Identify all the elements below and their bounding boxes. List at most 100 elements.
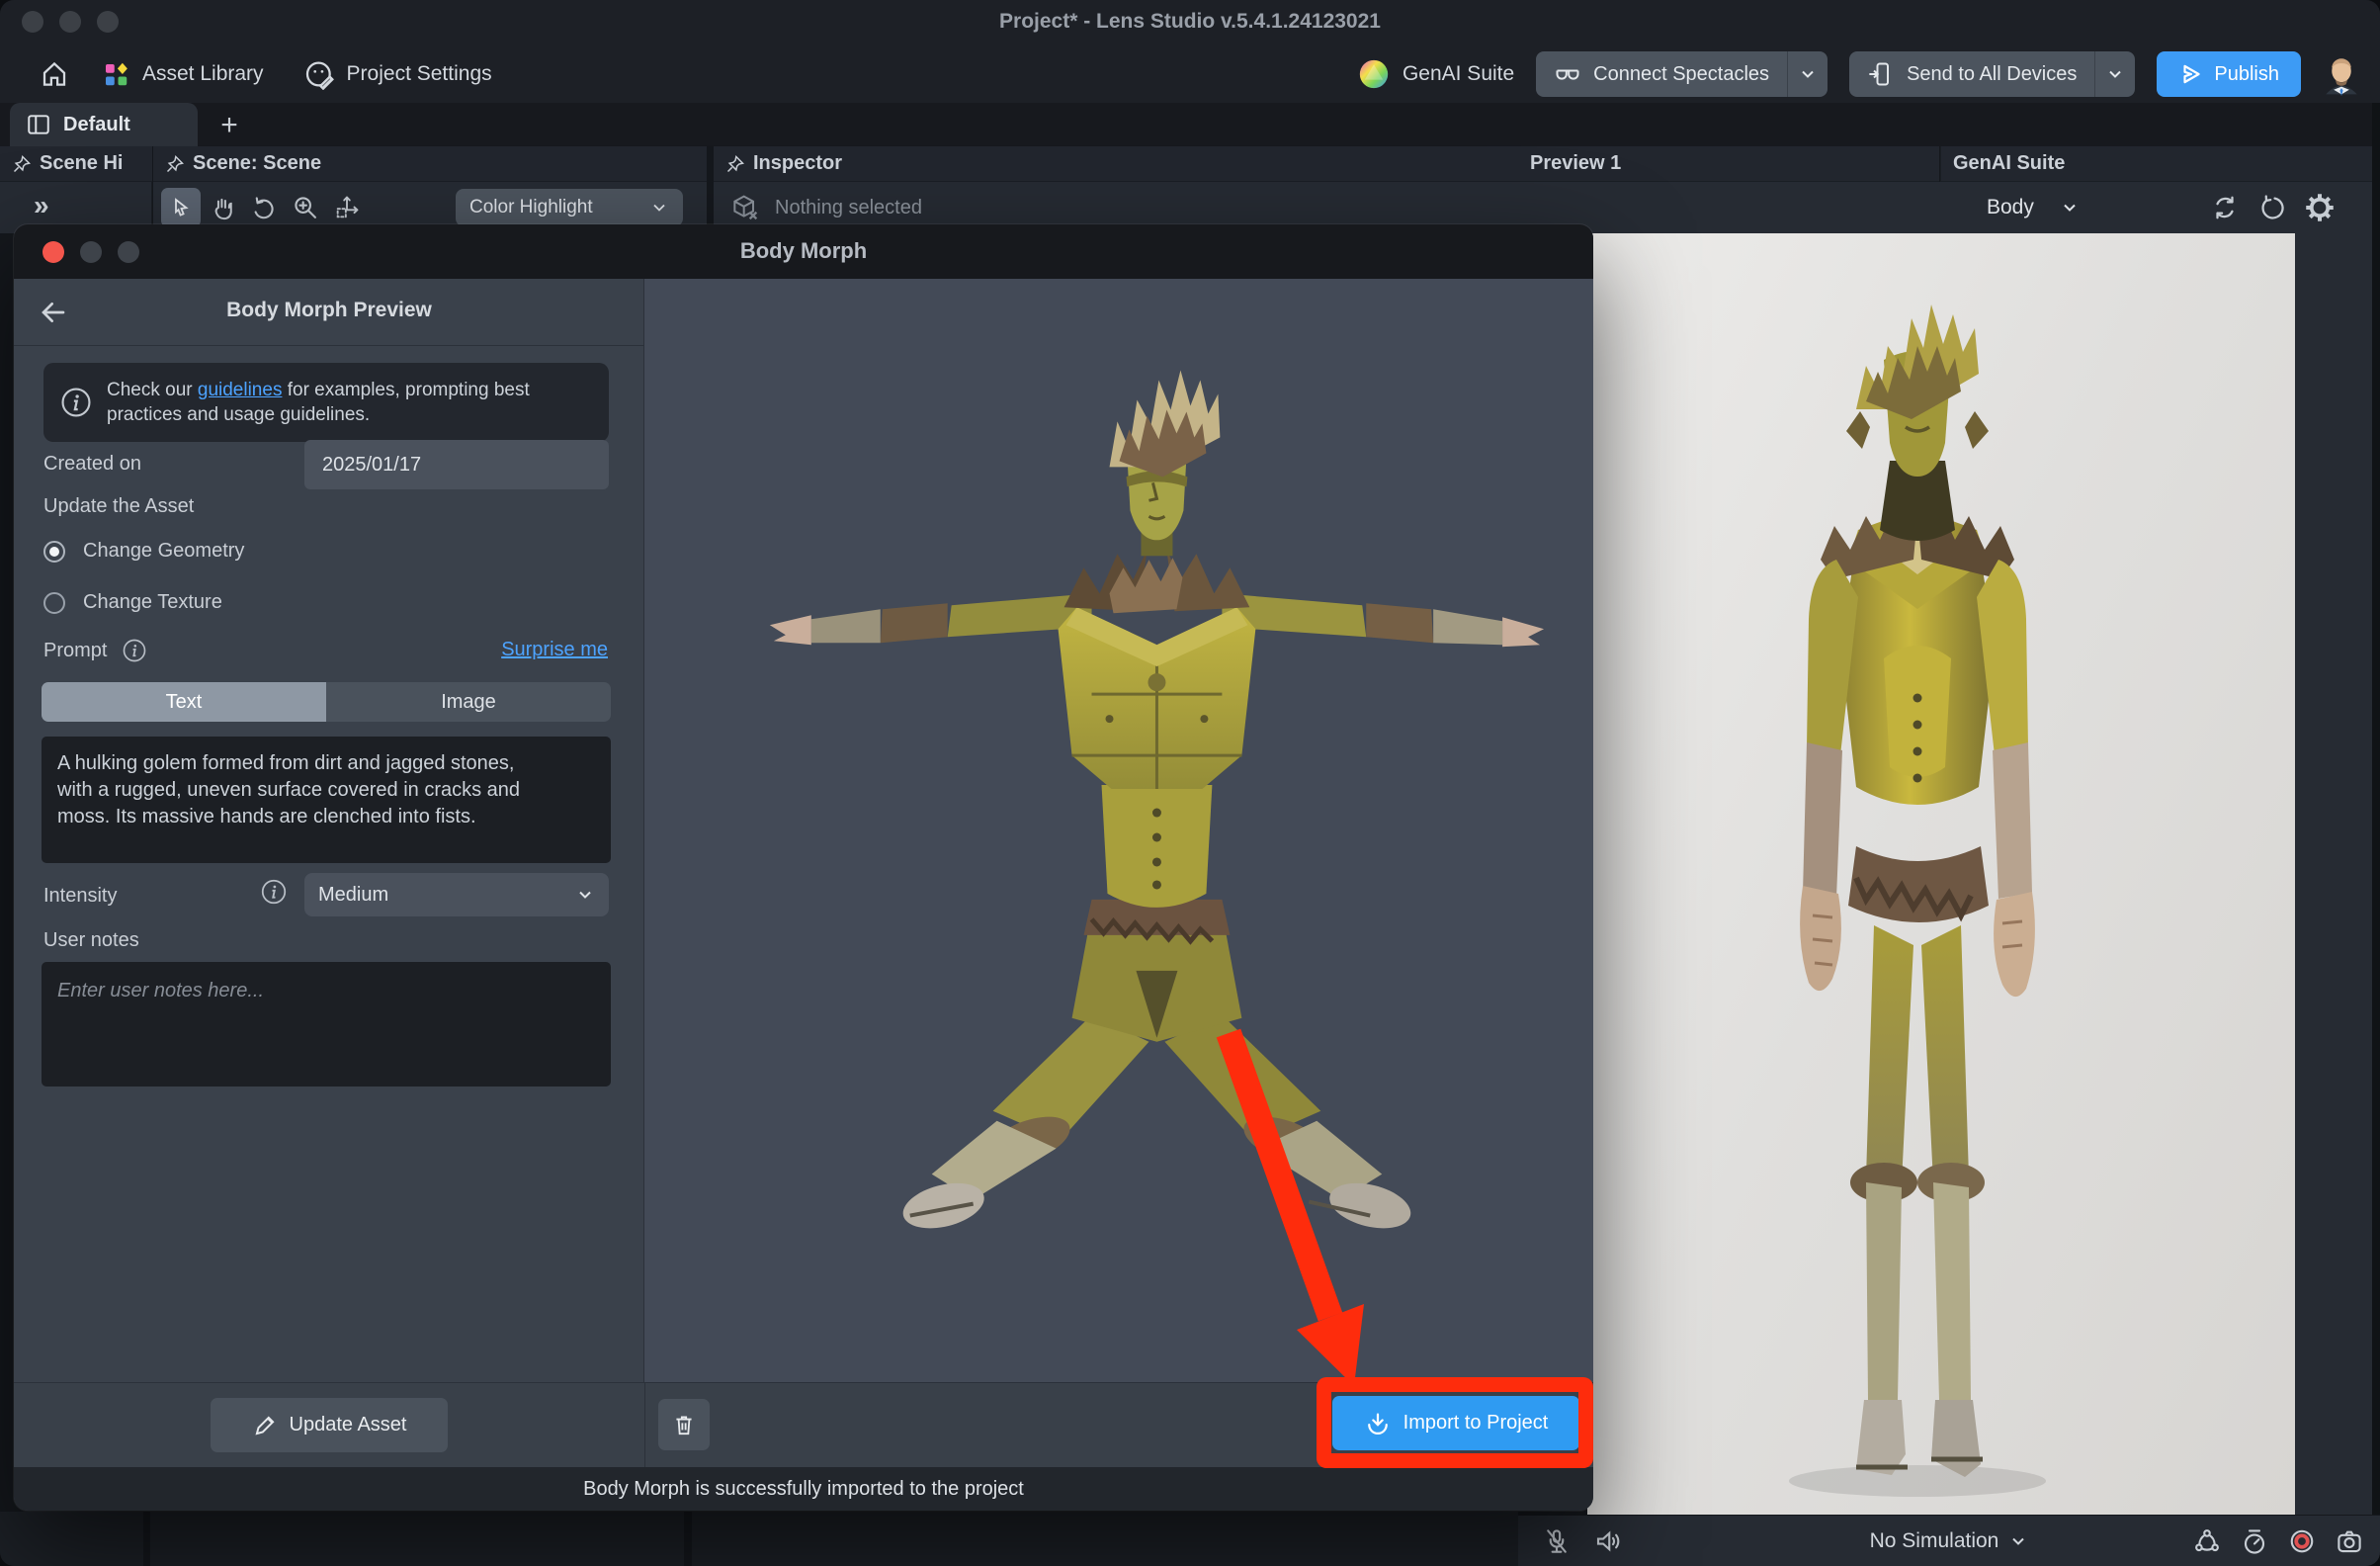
radio-change-texture[interactable]: Change Texture bbox=[43, 591, 222, 614]
publish-button[interactable]: Publish bbox=[2157, 51, 2301, 97]
scene-hierarchy-panel-header[interactable]: Scene Hi bbox=[0, 146, 152, 182]
move-tool-button[interactable] bbox=[333, 194, 361, 221]
radio-change-geometry[interactable]: Change Geometry bbox=[43, 540, 244, 563]
empty-cube-icon bbox=[729, 192, 761, 223]
genai-body-label: Body bbox=[1987, 196, 2034, 219]
timer-button[interactable] bbox=[2240, 1526, 2269, 1556]
update-asset-section-label: Update the Asset bbox=[43, 495, 194, 518]
golem-standing-render bbox=[1587, 233, 2295, 1515]
expand-panel-button[interactable]: » bbox=[34, 190, 49, 221]
radio-change-texture-label: Change Texture bbox=[83, 591, 222, 614]
tab-default[interactable]: Default bbox=[10, 103, 198, 146]
pan-tool-button[interactable] bbox=[209, 194, 236, 221]
rotate-ccw-icon bbox=[250, 194, 278, 221]
divider bbox=[644, 1383, 645, 1468]
send-to-all-devices-button[interactable]: Send to All Devices bbox=[1849, 51, 2135, 97]
radio-selected-icon bbox=[43, 541, 65, 563]
lens-studio-window: Project* - Lens Studio v.5.4.1.24123021 … bbox=[0, 0, 2380, 1566]
simulation-bar: No Simulation bbox=[1518, 1515, 2380, 1566]
inspector-panel-header[interactable]: Inspector bbox=[714, 146, 1518, 182]
dialog-titlebar: Body Morph bbox=[14, 224, 1593, 279]
asset-library-button[interactable]: Asset Library bbox=[101, 59, 264, 89]
layout-icon bbox=[26, 112, 51, 137]
guidelines-text-pre: Check our bbox=[107, 380, 198, 400]
import-to-project-button[interactable]: Import to Project bbox=[1332, 1396, 1579, 1450]
project-settings-icon bbox=[303, 58, 335, 90]
pin-icon bbox=[165, 154, 185, 174]
genai-body-dropdown[interactable]: Body bbox=[1979, 190, 2087, 225]
inspector-title: Inspector bbox=[753, 152, 842, 175]
info-icon bbox=[59, 386, 93, 419]
window-edge bbox=[2372, 103, 2380, 1566]
user-notes-input[interactable] bbox=[42, 962, 611, 1087]
chevron-down-icon bbox=[2060, 198, 2080, 218]
orbit-tool-button[interactable] bbox=[250, 194, 278, 221]
tab-default-label: Default bbox=[63, 114, 130, 136]
intensity-value: Medium bbox=[318, 884, 388, 907]
chevron-down-icon bbox=[2105, 64, 2125, 84]
body-tracking-button[interactable] bbox=[2192, 1526, 2222, 1556]
connect-spectacles-dropdown[interactable] bbox=[1788, 64, 1828, 84]
tab-image[interactable]: Image bbox=[326, 682, 611, 722]
gear-icon bbox=[2305, 193, 2335, 222]
record-button[interactable] bbox=[2287, 1526, 2317, 1556]
project-settings-label: Project Settings bbox=[347, 62, 492, 86]
genai-body-preview-viewport[interactable] bbox=[1587, 233, 2295, 1515]
prompt-mode-tabs: Text Image bbox=[42, 682, 611, 722]
genai-suite-button[interactable]: GenAI Suite bbox=[1357, 57, 1514, 91]
surprise-me-link[interactable]: Surprise me bbox=[501, 639, 608, 661]
genai-panel-header[interactable]: GenAI Suite bbox=[1940, 146, 2372, 182]
window-titlebar: Project* - Lens Studio v.5.4.1.24123021 bbox=[0, 0, 2380, 45]
info-icon[interactable] bbox=[259, 877, 289, 907]
status-message: Body Morph is successfully imported to t… bbox=[583, 1478, 1024, 1501]
snapshot-button[interactable] bbox=[2335, 1526, 2364, 1556]
delete-morph-button[interactable] bbox=[658, 1399, 710, 1450]
intensity-dropdown[interactable]: Medium bbox=[304, 873, 609, 916]
morph-preview-viewport[interactable] bbox=[645, 279, 1593, 1382]
zoom-tool-button[interactable] bbox=[292, 194, 319, 221]
send-to-all-devices-label: Send to All Devices bbox=[1907, 63, 2077, 86]
home-icon bbox=[40, 59, 69, 89]
add-layout-tab-button[interactable]: + bbox=[208, 105, 251, 146]
info-icon[interactable] bbox=[121, 637, 148, 664]
bottom-panel-fragment bbox=[150, 1512, 684, 1566]
simulation-label: No Simulation bbox=[1870, 1529, 1999, 1553]
genai-settings-button[interactable] bbox=[2305, 193, 2335, 222]
preview-panel-header[interactable]: Preview 1 bbox=[1518, 146, 1939, 182]
layout-tabbar: Default + bbox=[0, 103, 2380, 146]
radio-change-geometry-label: Change Geometry bbox=[83, 540, 244, 563]
color-highlight-dropdown[interactable]: Color Highlight bbox=[456, 189, 683, 226]
select-tool-button[interactable] bbox=[161, 188, 201, 227]
scene-panel-title: Scene: Scene bbox=[193, 152, 321, 175]
chevron-down-icon bbox=[649, 198, 669, 218]
color-highlight-label: Color Highlight bbox=[469, 197, 593, 218]
app-toolbar: Asset Library Project Settings bbox=[0, 45, 2380, 103]
dialog-title: Body Morph bbox=[14, 238, 1593, 264]
trash-icon bbox=[671, 1412, 697, 1437]
chevron-down-icon bbox=[2008, 1531, 2028, 1551]
update-asset-label: Update Asset bbox=[290, 1414, 407, 1436]
asset-library-icon bbox=[101, 59, 130, 89]
scene-panel-header[interactable]: Scene: Scene bbox=[153, 146, 707, 182]
dialog-status-bar: Body Morph is successfully imported to t… bbox=[14, 1467, 1593, 1511]
genai-suite-label: GenAI Suite bbox=[1402, 62, 1514, 86]
update-asset-button[interactable]: Update Asset bbox=[211, 1398, 448, 1452]
prompt-input[interactable]: A hulking golem formed from dirt and jag… bbox=[42, 737, 611, 863]
prompt-label: Prompt bbox=[43, 640, 107, 662]
bottom-panel-fragment bbox=[0, 1512, 143, 1566]
home-button[interactable] bbox=[40, 59, 69, 89]
asset-library-label: Asset Library bbox=[142, 62, 264, 86]
user-avatar[interactable] bbox=[2323, 52, 2360, 96]
user-notes-label: User notes bbox=[43, 929, 139, 952]
genai-sync-button[interactable] bbox=[2210, 193, 2240, 222]
guidelines-link[interactable]: guidelines bbox=[198, 380, 283, 400]
connect-spectacles-button[interactable]: Connect Spectacles bbox=[1536, 51, 1828, 97]
tab-text[interactable]: Text bbox=[42, 682, 326, 722]
project-settings-button[interactable]: Project Settings bbox=[303, 58, 492, 90]
scene-hierarchy-title: Scene Hi bbox=[40, 152, 123, 175]
preview-toolbar: Body bbox=[1518, 182, 2372, 233]
golem-tpose-render bbox=[645, 279, 1593, 1382]
publish-icon bbox=[2178, 61, 2204, 87]
genai-reset-button[interactable] bbox=[2257, 193, 2287, 222]
send-to-all-devices-dropdown[interactable] bbox=[2095, 64, 2135, 84]
